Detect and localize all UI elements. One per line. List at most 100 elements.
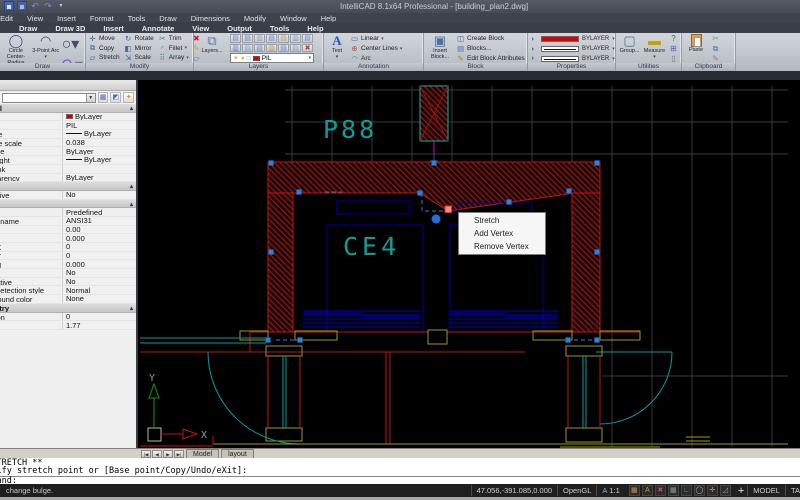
exterior-lines[interactable] [140,436,788,447]
select-entities-icon[interactable]: ▦ [98,92,109,103]
entity-selector-combo[interactable]: ▼ [2,93,96,103]
property-value[interactable]: 0.038 [62,139,136,147]
block-tool-button[interactable]: ◫Create Block [456,34,525,43]
context-menu-item[interactable]: Add Vertex [459,227,545,240]
format-painter-icon[interactable]: ✎ [710,54,721,63]
menu-item[interactable]: Window [273,13,314,22]
layer-tool-icon[interactable]: ▥ [266,44,277,53]
sheet-tab[interactable]: Model [186,449,219,458]
left-door[interactable] [140,338,525,444]
right-door[interactable] [566,346,672,442]
property-value[interactable]: 0 [62,243,136,251]
property-value[interactable]: 0 [62,252,136,260]
modify-tool-button[interactable]: ⠿Array▾ [158,53,189,63]
first-tab-icon[interactable]: |◀ [141,450,151,458]
modify-tool-button[interactable]: ◜Fillet▾ [158,44,189,54]
quick-select-icon[interactable]: ◩ [110,92,121,103]
annotation-scale[interactable]: A1:1 [596,485,624,496]
menu-item[interactable]: View [20,13,50,22]
modify-tool-button[interactable]: ✛Move▾ [88,34,120,44]
annotation-tool-button[interactable]: ◠Arc▾ [350,54,402,63]
property-value[interactable]: No [62,278,136,286]
layer-tool-icon[interactable]: ✖ [302,44,313,53]
ribbon-tab[interactable]: Tools [261,22,298,33]
clipped-status-item[interactable]: TA [785,485,800,496]
layer-tool-icon[interactable]: ▥ [290,34,301,43]
layer-tool-icon[interactable]: ▥ [254,34,265,43]
menu-item[interactable]: Draw [152,13,184,22]
property-value[interactable]: 1.77 [62,321,136,329]
drawing-canvas[interactable]: P88 CE4 Y X [140,80,800,448]
menu-item[interactable]: Dimensions [184,13,237,22]
crosshair-toggle-icon[interactable]: + [738,485,744,497]
layers-button[interactable]: ⧉ Layers... [196,34,228,63]
model-space-toggle[interactable]: MODEL [747,485,785,496]
layer-tool-icon[interactable]: ▤ [230,34,241,43]
context-menu-item[interactable]: Stretch [459,214,545,227]
text-button[interactable]: A Text ▾ [326,34,348,63]
window-lines[interactable] [303,311,558,327]
context-menu-item[interactable]: Remove Vertex [459,240,545,253]
property-value[interactable]: 0.000 [62,234,136,242]
layer-tool-icon[interactable]: ▤ [266,34,277,43]
property-value[interactable]: ByLayer [62,113,136,121]
menu-item[interactable]: Modify [237,13,273,22]
layer-tool-icon[interactable]: ▤ [242,34,253,43]
command-line[interactable]: ** STRETCH ** Specify stretch point or [… [0,458,800,484]
entity-property-select[interactable]: ◑ BYLAYER ▾ [530,35,615,44]
status-toggle-icon[interactable]: ✖ [655,485,666,496]
ribbon-tab[interactable]: Draw 3D [46,22,94,33]
ellipse-tool-icon[interactable]: ○▾ [62,34,83,54]
layer-tool-icon[interactable]: ▤ [302,34,313,43]
redo-icon[interactable]: ↷ [43,1,53,11]
property-value[interactable]: None [62,295,136,303]
coordinates-display[interactable]: 47.056,-391.085,0.000 [471,485,557,496]
hot-grip[interactable] [445,206,452,213]
group-button[interactable]: ▢ Group... [618,34,641,63]
layer-tool-icon[interactable]: ▤ [278,34,289,43]
layer-tool-icon[interactable]: ▤ [278,44,289,53]
menu-item[interactable]: Tools [121,13,153,22]
entity-property-select[interactable]: ◑ BYLAYER ▾ [530,45,615,54]
property-value[interactable]: PIL [62,121,136,129]
ribbon-tab[interactable]: View [183,22,218,33]
inquiry-icon[interactable]: ? [668,34,679,43]
collapse-icon[interactable]: ▴ [130,305,133,312]
layer-tool-icon[interactable]: ▤ [254,44,265,53]
property-value[interactable]: 0 [62,313,136,321]
annotation-tool-button[interactable]: ⊕Center Lines▾ [350,44,402,53]
sheet-tab[interactable]: layout [221,449,254,458]
modify-tool-button[interactable]: ◧Mirror▾ [124,44,154,54]
modify-tool-button[interactable]: ↻Rotate▾ [124,34,154,44]
status-toggle-icon[interactable]: ◿ [720,485,731,496]
qat-dropdown-icon[interactable]: ▾ [56,1,66,11]
property-value[interactable]: 0.000 [62,260,136,268]
wall-hatch[interactable] [268,162,600,332]
ribbon-tab[interactable]: Output [218,22,261,33]
ribbon-tab[interactable]: Draw [10,22,46,33]
block-tool-button[interactable]: ▤Blocks... [456,44,525,53]
status-toggle-icon[interactable]: ▦ [668,485,679,496]
entity-property-select[interactable]: ◑ BYLAYER ▾ [530,54,615,63]
menu-item[interactable]: Format [83,13,121,22]
menu-item[interactable]: Insert [50,13,83,22]
modify-tool-button[interactable]: ✂Trim▾ [158,34,189,44]
ribbon-tab[interactable]: Help [298,22,332,33]
ribbon-tab[interactable]: Insert [94,22,132,33]
modify-tool-button[interactable]: ⇲Scale▾ [124,53,154,63]
menu-item[interactable]: Edit [0,13,20,22]
property-value[interactable]: ByLayer [62,147,136,155]
menu-item[interactable]: Help [314,13,343,22]
quick-calc-icon[interactable]: ⊞ [668,44,679,53]
next-tab-icon[interactable]: ▶ [163,450,173,458]
collapse-icon[interactable]: ▴ [130,183,133,190]
status-toggle-icon[interactable]: A [642,485,653,496]
undo-icon[interactable]: ↶ [30,1,40,11]
modify-tool-button[interactable]: ▱Stretch▾ [88,53,120,63]
save-icon[interactable] [4,1,14,11]
block-tool-button[interactable]: ✎Edit Block Attributes [456,54,525,63]
property-value[interactable]: ByLayer [62,174,136,182]
measure-button[interactable]: ▬ Measure ▾ [643,34,666,63]
circle-button[interactable]: ◯ Circle Center-Radius ▾ [2,34,30,63]
prev-tab-icon[interactable]: ◀ [152,450,162,458]
